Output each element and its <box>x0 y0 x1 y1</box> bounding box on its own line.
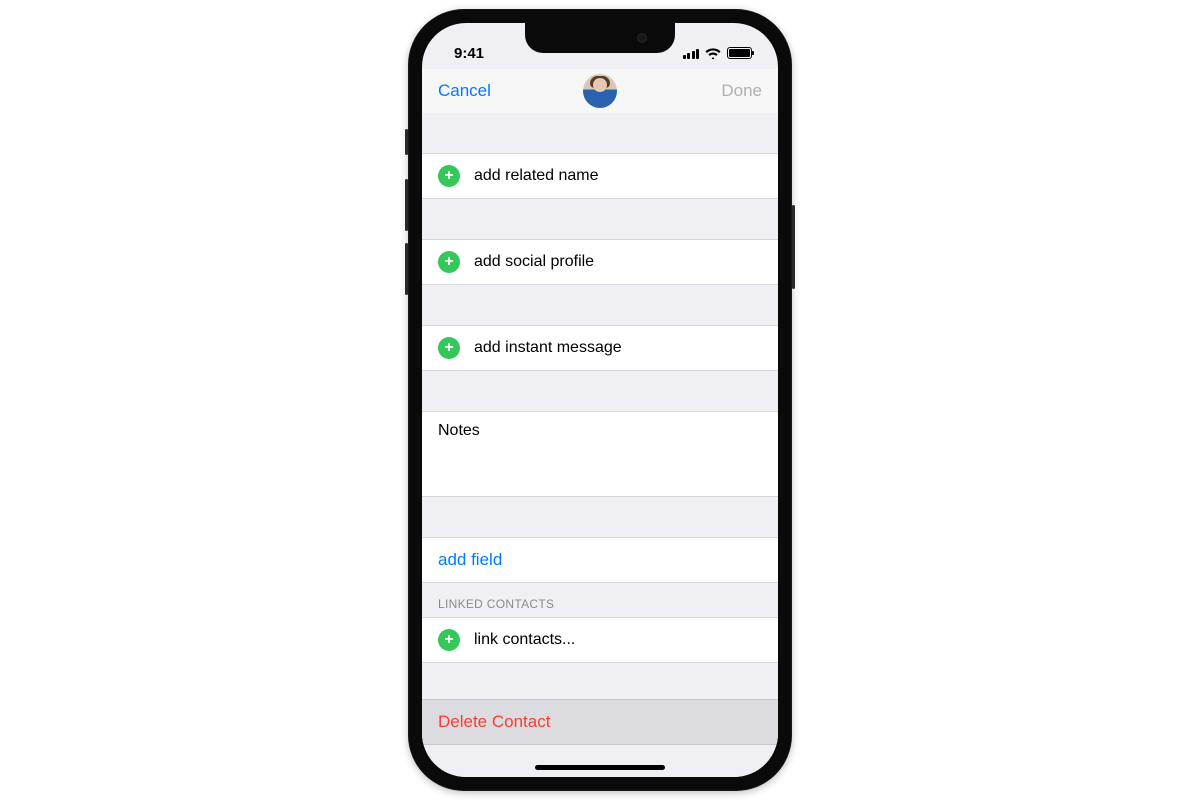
contact-avatar[interactable] <box>583 74 617 108</box>
cancel-button[interactable]: Cancel <box>438 81 491 101</box>
volume-up-button <box>405 179 408 231</box>
volume-down-button <box>405 243 408 295</box>
status-indicators <box>683 47 753 59</box>
add-field-row[interactable]: add field <box>422 538 778 582</box>
battery-icon <box>727 47 752 59</box>
notch <box>525 23 675 53</box>
plus-icon: + <box>438 251 460 273</box>
content-scroll[interactable]: + add related name + add social profile … <box>422 113 778 777</box>
add-social-profile-row[interactable]: + add social profile <box>422 240 778 284</box>
screen: 9:41 Cancel Done <box>422 23 778 777</box>
add-field-label: add field <box>438 550 502 570</box>
notes-label: Notes <box>438 422 480 440</box>
cellular-icon <box>683 47 700 59</box>
link-contacts-label: link contacts... <box>474 631 575 649</box>
group-social-profile: + add social profile <box>422 239 778 285</box>
mute-switch <box>405 129 408 155</box>
group-add-field: add field <box>422 537 778 583</box>
add-instant-message-row[interactable]: + add instant message <box>422 326 778 370</box>
group-notes: Notes <box>422 411 778 497</box>
add-social-profile-label: add social profile <box>474 253 594 271</box>
nav-bar: Cancel Done <box>422 69 778 113</box>
plus-icon: + <box>438 629 460 651</box>
group-instant-message: + add instant message <box>422 325 778 371</box>
group-related-name: + add related name <box>422 153 778 199</box>
status-time: 9:41 <box>454 45 484 62</box>
link-contacts-row[interactable]: + link contacts... <box>422 618 778 662</box>
plus-icon: + <box>438 165 460 187</box>
group-linked-contacts: + link contacts... <box>422 617 778 663</box>
done-button[interactable]: Done <box>721 81 762 101</box>
stage: 9:41 Cancel Done <box>0 0 1200 800</box>
add-related-name-row[interactable]: + add related name <box>422 154 778 198</box>
wifi-icon <box>705 47 721 59</box>
power-button <box>792 205 795 289</box>
plus-icon: + <box>438 337 460 359</box>
notes-field[interactable]: Notes <box>422 412 778 496</box>
delete-contact-label: Delete Contact <box>438 712 550 732</box>
add-related-name-label: add related name <box>474 167 599 185</box>
linked-contacts-header: LINKED CONTACTS <box>422 583 778 617</box>
delete-contact-row[interactable]: Delete Contact <box>422 699 778 745</box>
phone-frame: 9:41 Cancel Done <box>408 9 792 791</box>
add-instant-message-label: add instant message <box>474 339 622 357</box>
home-indicator[interactable] <box>535 765 665 770</box>
